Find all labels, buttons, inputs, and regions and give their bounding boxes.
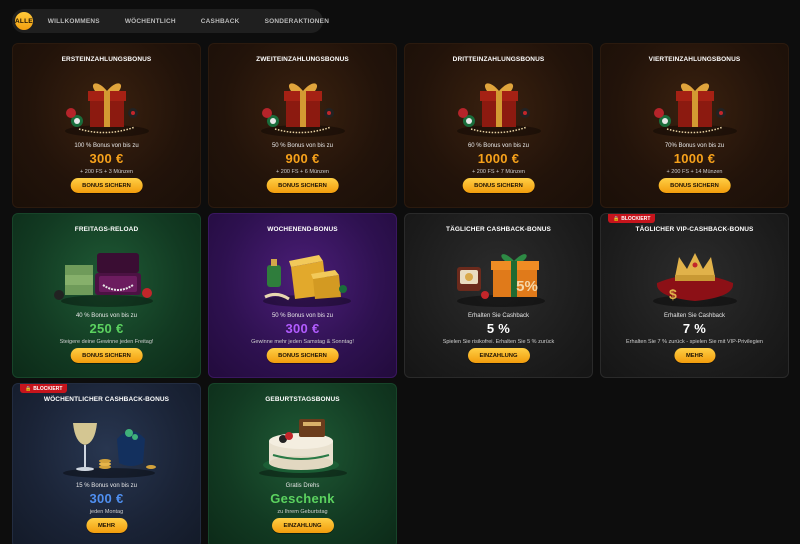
- card-title: VIERTEINZAHLUNGSBONUS: [648, 56, 741, 63]
- bonus-extras: zu Ihrem Geburtstag: [277, 509, 328, 515]
- card-title: GEBURTSTAGSBONUS: [265, 396, 340, 403]
- bonus-sichern-button[interactable]: BONUS SICHERN: [462, 178, 535, 193]
- jewelry-box-icon: [47, 239, 167, 311]
- bonus-description: Erhalten Sie Cashback: [663, 313, 726, 319]
- einzahlung-button[interactable]: EINZAHLUNG: [467, 348, 530, 363]
- bonus-sichern-button[interactable]: BONUS SICHERN: [266, 348, 339, 363]
- card-title: TÄGLICHER CASHBACK-BONUS: [446, 226, 551, 233]
- bonus-amount: 250 €: [89, 321, 124, 336]
- bonus-amount: 1000 €: [673, 151, 716, 166]
- card-title: TÄGLICHER VIP-CASHBACK-BONUS: [635, 226, 754, 233]
- bonus-amount: Geschenk: [270, 491, 335, 506]
- lock-icon: 🔒: [25, 385, 32, 392]
- bonus-card-ersteinzahlung: ERSTEINZAHLUNGSBONUS 100 % Bonus von bis…: [12, 43, 201, 208]
- bonus-amount: 7 %: [682, 321, 707, 336]
- tab-sonderaktionen[interactable]: SONDERAKTIONEN: [255, 12, 340, 30]
- bonus-filter-tabs: ALLE WILLKOMMENS WÖCHENTLICH CASHBACK SO…: [12, 9, 329, 33]
- lock-icon: 🔒: [613, 215, 620, 222]
- bonus-extras: Steigere deine Gewinne jeden Freitag!: [59, 339, 154, 345]
- bonus-extras: Gewinne mehr jeden Samstag & Sonntag!: [251, 339, 354, 345]
- bonus-description: 40 % Bonus von bis zu: [75, 313, 138, 319]
- card-title: ERSTEINZAHLUNGSBONUS: [61, 56, 152, 63]
- bonus-description: Erhalten Sie Cashback: [467, 313, 530, 319]
- champagne-coins-icon: [47, 409, 167, 481]
- bonus-card-zweiteinzahlung: ZWEITEINZAHLUNGSBONUS 50 % Bonus von bis…: [208, 43, 397, 208]
- svg-text:$: $: [669, 286, 677, 302]
- bonus-amount: 300 €: [285, 321, 320, 336]
- bonus-sichern-button[interactable]: BONUS SICHERN: [70, 178, 143, 193]
- card-title: WOCHENEND-BONUS: [267, 226, 338, 233]
- bonus-card-woechentlicher-cashback: 🔒 BLOCKIERT WÖCHENTLICHER CASHBACK-BONUS…: [12, 383, 201, 544]
- blocked-label: BLOCKIERT: [621, 215, 651, 222]
- mehr-button[interactable]: MEHR: [85, 518, 128, 533]
- bonus-description: 15 % Bonus von bis zu: [75, 483, 138, 489]
- bonus-extras: + 200 FS + 14 Münzen: [666, 169, 723, 175]
- bonus-card-vip-cashback: 🔒 BLOCKIERT TÄGLICHER VIP-CASHBACK-BONUS…: [600, 213, 789, 378]
- gold-bars-icon: [243, 239, 363, 311]
- cashback-gift-icon: 5%: [439, 239, 559, 311]
- tab-alle[interactable]: ALLE: [15, 12, 33, 30]
- bonus-extras: + 200 FS + 3 Münzen: [80, 169, 133, 175]
- bonus-sichern-button[interactable]: BONUS SICHERN: [70, 348, 143, 363]
- bonus-extras: Erhalten Sie 7 % zurück - spielen Sie mi…: [626, 339, 763, 345]
- gift-box-icon: [243, 69, 363, 141]
- card-title: DRITTEINZAHLUNGSBONUS: [452, 56, 545, 63]
- cashback-percent-label: 5%: [516, 278, 538, 295]
- bonus-amount: 5 %: [486, 321, 511, 336]
- bonus-description: 50 % Bonus von bis zu: [271, 143, 334, 149]
- bonus-card-dritteinzahlung: DRITTEINZAHLUNGSBONUS 60 % Bonus von bis…: [404, 43, 593, 208]
- bonus-extras: + 200 FS + 6 Münzen: [276, 169, 329, 175]
- blocked-badge: 🔒 BLOCKIERT: [608, 214, 656, 223]
- bonus-description: 60 % Bonus von bis zu: [467, 143, 530, 149]
- card-title: FREITAGS-RELOAD: [74, 226, 139, 233]
- tab-cashback[interactable]: CASHBACK: [191, 12, 250, 30]
- bonus-amount: 900 €: [285, 151, 320, 166]
- bonus-card-geburtstag: GEBURTSTAGSBONUS Gratis Drehs Geschenk z…: [208, 383, 397, 544]
- bonus-description: 70% Bonus von bis zu: [664, 143, 725, 149]
- bonus-description: 50 % Bonus von bis zu: [271, 313, 334, 319]
- bonus-card-wochenend: WOCHENEND-BONUS 50 % Bonus von bis zu 30…: [208, 213, 397, 378]
- mehr-button[interactable]: MEHR: [673, 348, 716, 363]
- birthday-cake-icon: [243, 409, 363, 481]
- gift-box-icon: [47, 69, 167, 141]
- gift-box-icon: [635, 69, 755, 141]
- bonus-amount: 300 €: [89, 151, 124, 166]
- einzahlung-button[interactable]: EINZAHLUNG: [271, 518, 334, 533]
- crown-pillow-icon: $: [635, 239, 755, 311]
- bonus-card-taeglicher-cashback: TÄGLICHER CASHBACK-BONUS 5% Erhalten Sie…: [404, 213, 593, 378]
- bonus-sichern-button[interactable]: BONUS SICHERN: [266, 178, 339, 193]
- card-title: ZWEITEINZAHLUNGSBONUS: [256, 56, 349, 63]
- bonus-amount: 300 €: [89, 491, 124, 506]
- bonus-amount: 1000 €: [477, 151, 520, 166]
- card-title: WÖCHENTLICHER CASHBACK-BONUS: [43, 396, 170, 403]
- bonus-description: 100 % Bonus von bis zu: [74, 143, 139, 149]
- tab-willkommens[interactable]: WILLKOMMENS: [38, 12, 110, 30]
- blocked-badge: 🔒 BLOCKIERT: [20, 384, 68, 393]
- bonus-card-freitags-reload: FREITAGS-RELOAD 40 % Bonus von bis zu 25…: [12, 213, 201, 378]
- bonus-extras: Spielen Sie risikofrei. Erhalten Sie 5 %…: [442, 339, 555, 345]
- gift-box-icon: [439, 69, 559, 141]
- bonus-card-vierteinzahlung: VIERTEINZAHLUNGSBONUS 70% Bonus von bis …: [600, 43, 789, 208]
- blocked-label: BLOCKIERT: [33, 385, 63, 392]
- bonus-extras: + 200 FS + 7 Münzen: [472, 169, 525, 175]
- bonus-sichern-button[interactable]: BONUS SICHERN: [658, 178, 731, 193]
- tab-woechentlich[interactable]: WÖCHENTLICH: [115, 12, 186, 30]
- bonus-description: Gratis Drehs: [285, 483, 320, 489]
- bonus-extras: jeden Montag: [89, 509, 124, 515]
